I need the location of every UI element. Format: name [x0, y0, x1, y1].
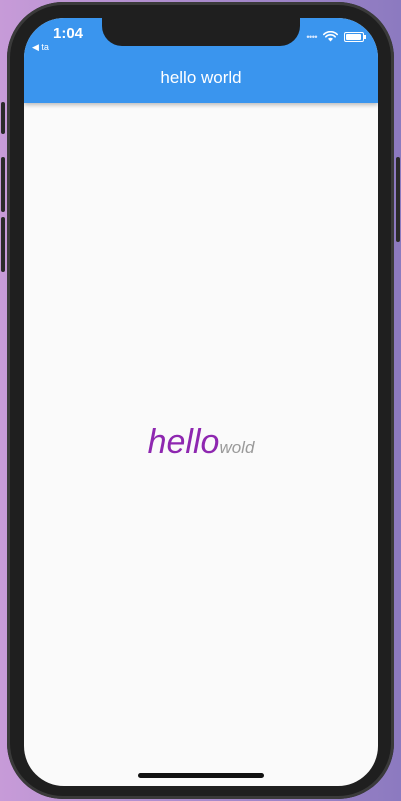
home-indicator[interactable]: [138, 773, 264, 778]
volume-down-button: [1, 217, 5, 272]
status-time: 1:04: [53, 25, 84, 42]
power-button: [396, 157, 400, 242]
status-indicators: ••••: [306, 31, 366, 42]
back-to-app-link[interactable]: ◀ ta: [32, 42, 49, 53]
page-title: hello world: [160, 68, 242, 87]
signal-icon: ••••: [306, 31, 317, 42]
mute-switch: [1, 102, 5, 134]
hello-text: hello: [147, 423, 220, 461]
wifi-icon: [323, 31, 338, 42]
app-screen: 1:04 ◀ ta •••• hello world hellowold: [24, 18, 378, 786]
rich-text: hellowold: [24, 423, 378, 462]
battery-icon: [344, 31, 366, 42]
wold-text: wold: [219, 438, 255, 457]
device-notch: [102, 18, 300, 46]
volume-up-button: [1, 157, 5, 212]
